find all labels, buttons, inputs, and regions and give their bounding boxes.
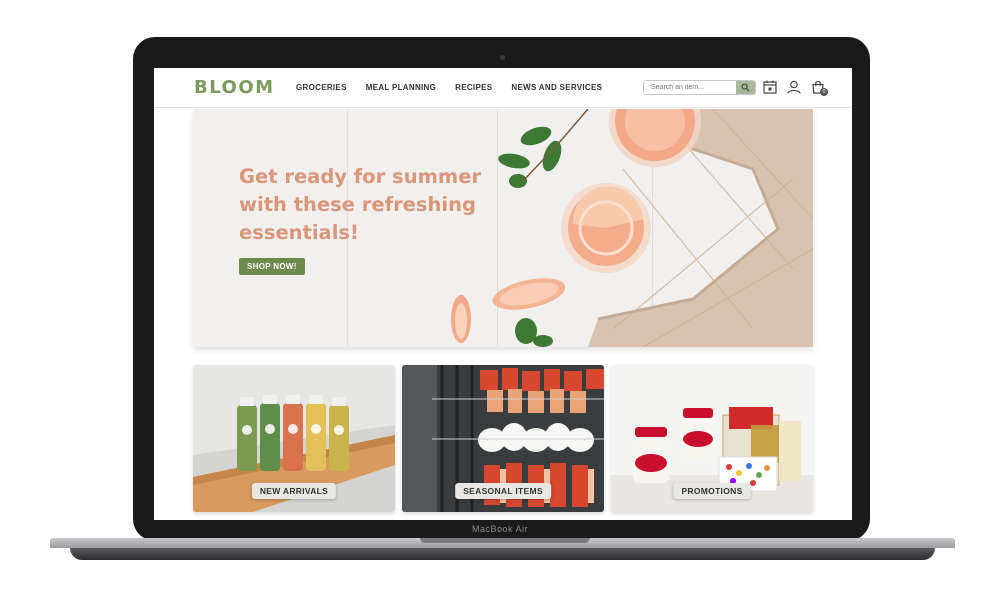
nav-icons: 0 [762, 79, 828, 96]
search-box [643, 80, 756, 95]
device-label: MacBook Air [471, 524, 529, 534]
category-card-new-arrivals[interactable]: NEW ARRIVALS [193, 365, 395, 512]
menu-item-meal-planning[interactable]: MEAL PLANNING [366, 83, 436, 92]
logo[interactable]: BLOOM [194, 77, 275, 98]
cart-button[interactable]: 0 [810, 79, 828, 96]
calendar-button[interactable] [762, 79, 778, 95]
camera [500, 55, 505, 60]
main-menu: GROCERIES MEAL PLANNING RECIPES NEWS AND… [296, 83, 602, 92]
hero-banner: Get ready for summer with these refreshi… [193, 109, 813, 347]
menu-item-groceries[interactable]: GROCERIES [296, 83, 347, 92]
laptop-foot [70, 548, 935, 560]
cart-count-badge: 0 [820, 88, 828, 96]
menu-item-recipes[interactable]: RECIPES [455, 83, 492, 92]
menu-item-news-and-services[interactable]: NEWS AND SERVICES [511, 83, 602, 92]
shop-now-button[interactable]: SHOP NOW! [239, 258, 305, 275]
search-input[interactable] [644, 81, 736, 94]
account-button[interactable] [786, 79, 802, 95]
navbar: BLOOM GROCERIES MEAL PLANNING RECIPES NE… [154, 68, 852, 108]
promotions-label: PROMOTIONS [673, 483, 751, 499]
hero-title: Get ready for summer with these refreshi… [239, 165, 482, 244]
screen: BLOOM GROCERIES MEAL PLANNING RECIPES NE… [154, 68, 852, 520]
laptop-notch [420, 538, 590, 543]
new-arrivals-label: NEW ARRIVALS [251, 483, 337, 499]
user-icon [787, 80, 801, 94]
seasonal-items-label: SEASONAL ITEMS [455, 483, 551, 499]
calendar-icon [763, 80, 777, 94]
category-card-seasonal-items[interactable]: SEASONAL ITEMS [402, 365, 604, 512]
category-card-promotions[interactable]: PROMOTIONS [611, 365, 813, 512]
search-button[interactable] [736, 81, 755, 94]
search-icon [741, 83, 750, 92]
